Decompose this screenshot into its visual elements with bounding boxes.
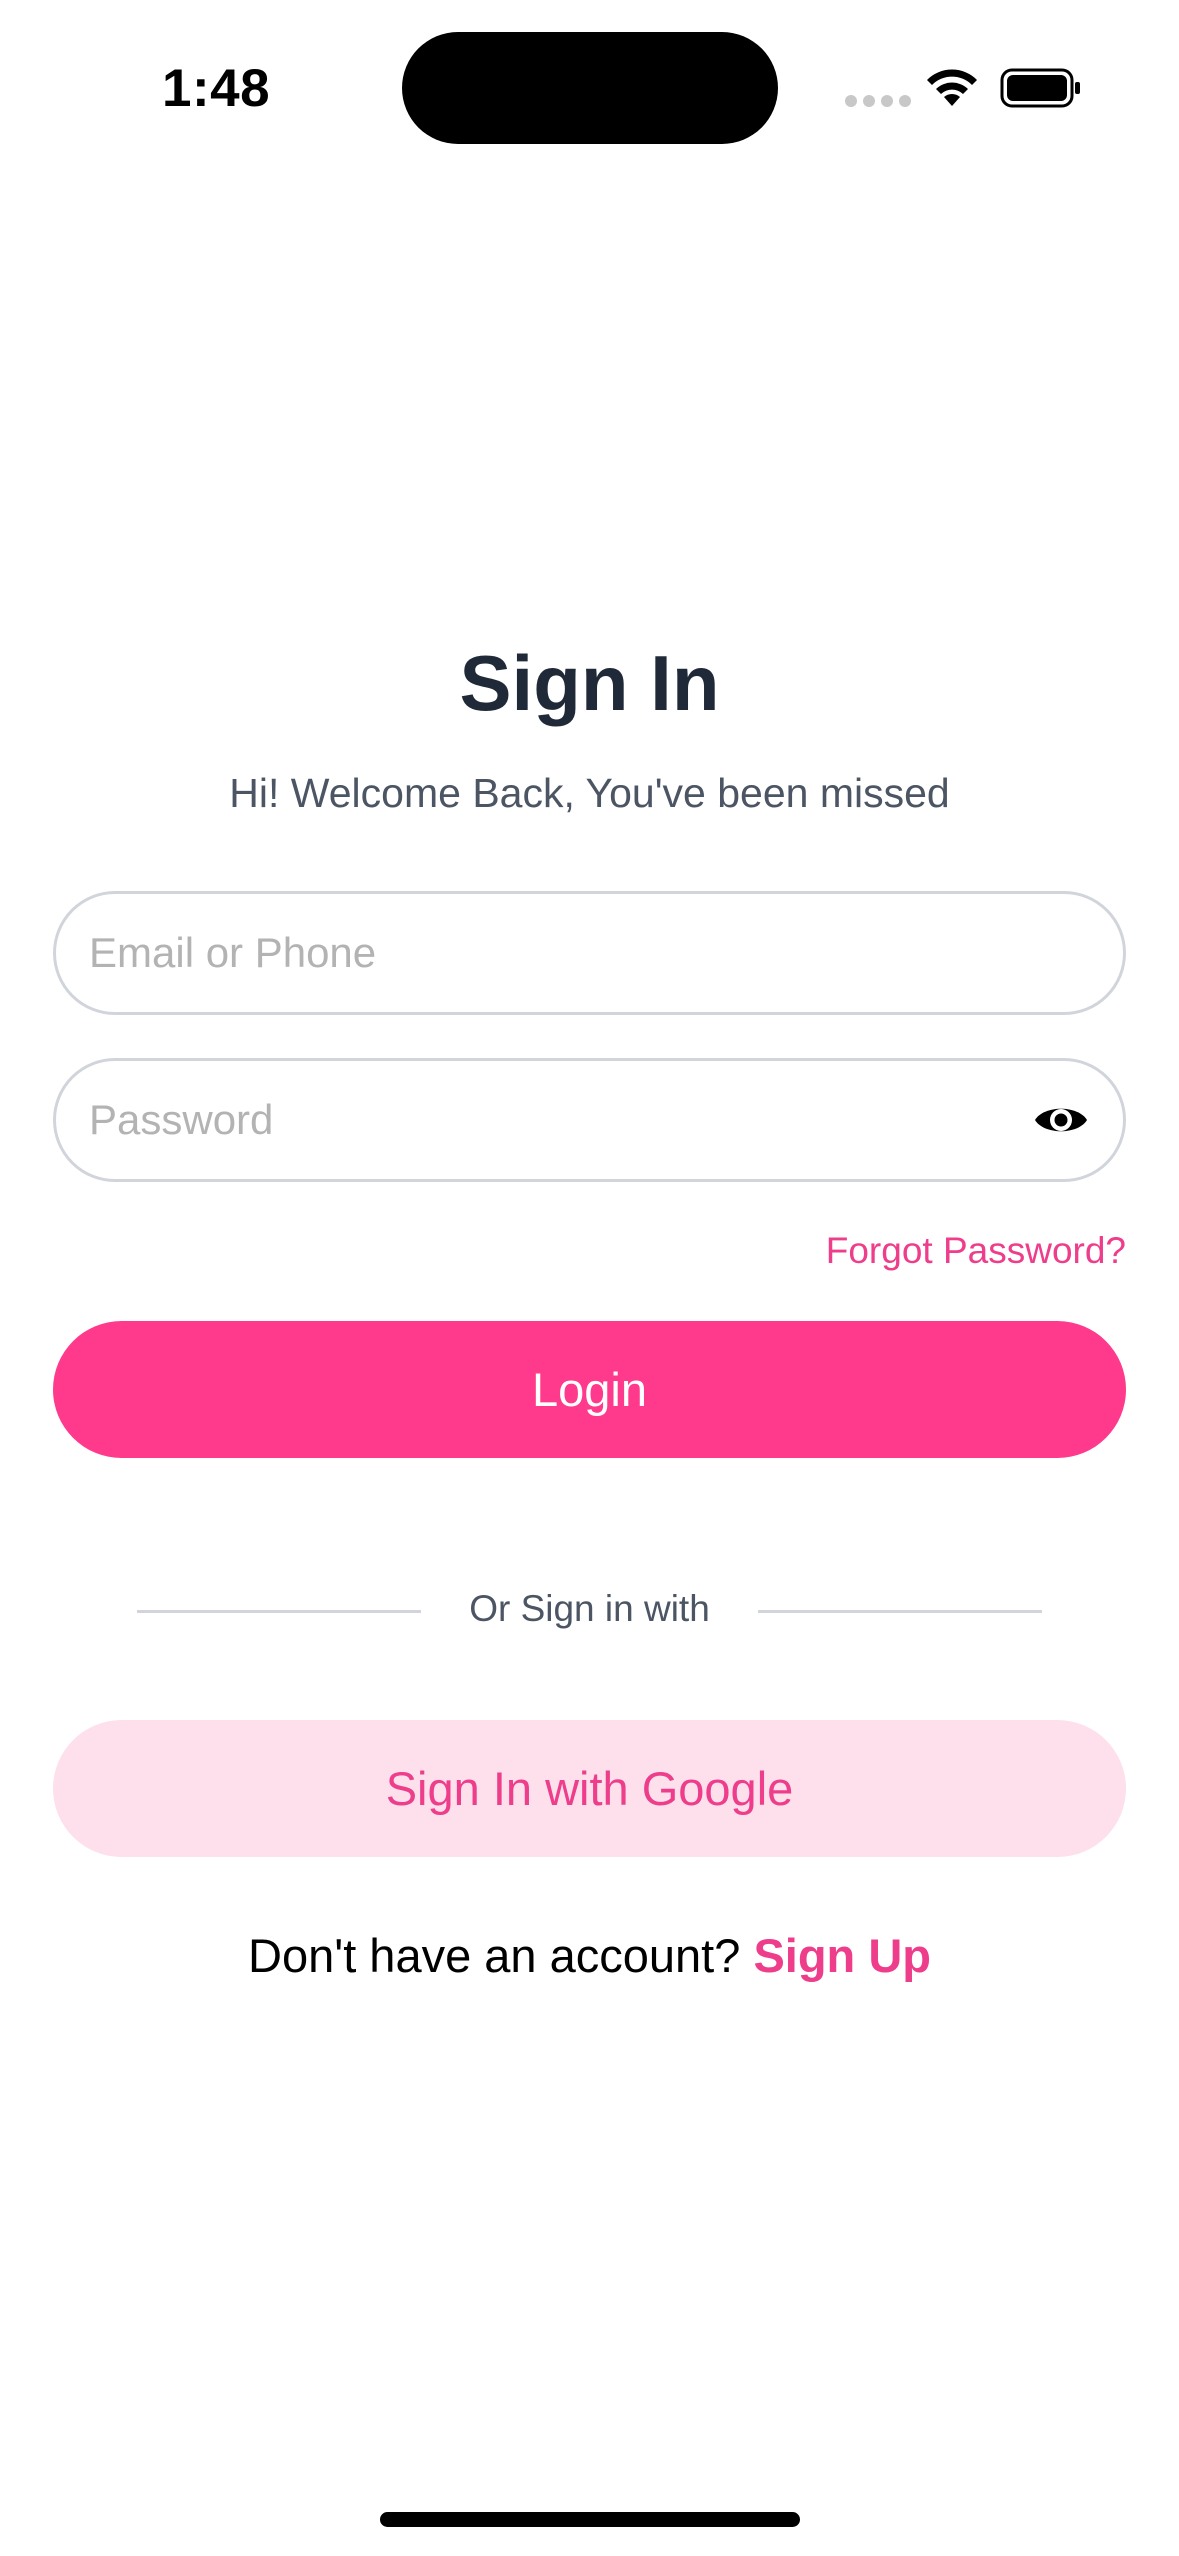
divider-label: Or Sign in with (469, 1588, 710, 1629)
page-subtitle: Hi! Welcome Back, You've been missed (229, 770, 950, 816)
eye-icon[interactable] (1032, 1097, 1090, 1143)
home-indicator[interactable] (380, 2512, 800, 2527)
divider-line-right (758, 1610, 1042, 1613)
login-button[interactable]: Login (53, 1321, 1126, 1458)
forgot-password-link[interactable]: Forgot Password? (826, 1230, 1126, 1272)
email-field-container (53, 891, 1126, 1015)
signup-link[interactable]: Sign Up (753, 1929, 931, 1982)
signup-prompt: Don't have an account? (248, 1929, 754, 1982)
google-signin-button[interactable]: Sign In with Google (53, 1720, 1126, 1857)
signup-row: Don't have an account? Sign Up (0, 1928, 1179, 1983)
cellular-signal-icon (845, 95, 911, 107)
page-title: Sign In (459, 639, 720, 727)
status-bar: 1:48 (0, 0, 1179, 150)
status-time: 1:48 (162, 59, 271, 118)
password-field[interactable] (89, 1096, 1003, 1144)
dynamic-island (402, 32, 778, 144)
wifi-icon (927, 69, 977, 106)
password-field-container (53, 1058, 1126, 1182)
battery-icon (1000, 68, 1080, 108)
email-field[interactable] (89, 929, 1090, 977)
